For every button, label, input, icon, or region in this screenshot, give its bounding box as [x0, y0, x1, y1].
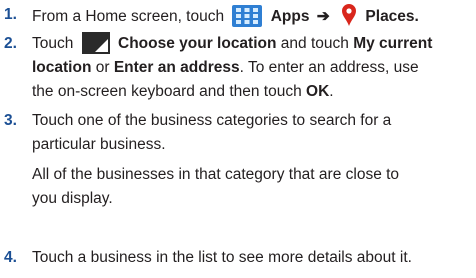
step-line: Touch one of the business categories to …: [32, 112, 392, 129]
my-current-location-label: location: [32, 59, 92, 76]
step-line: location or Enter an address. To enter a…: [32, 56, 474, 80]
step-line: Touch Choose your location and touch My …: [32, 32, 474, 56]
choose-location-label: Choose your location: [118, 35, 277, 52]
step-number: 1.: [4, 6, 17, 23]
my-current-location-label: My current: [353, 35, 433, 52]
step-body: Touch Choose your location and touch My …: [32, 32, 474, 104]
apps-grid-icon: [232, 5, 263, 35]
ok-label: OK: [306, 83, 330, 100]
places-label: Places.: [365, 8, 419, 25]
map-pin-icon: [341, 3, 357, 35]
step-number: 2.: [4, 35, 17, 52]
step-number: 4.: [4, 249, 17, 266]
step-line: All of the businesses in that category t…: [32, 166, 400, 183]
step-line: From a Home screen, touch Apps ➔ Places.: [32, 3, 474, 27]
step-body: Touch a business in the list to see more…: [32, 246, 474, 270]
step-line: you display.: [32, 190, 113, 207]
step-text: and touch: [280, 35, 349, 52]
step-body: Touch one of the business categories to …: [32, 109, 474, 211]
step-line: the on-screen keyboard and then touch OK…: [32, 80, 474, 104]
arrow-glyph: ➔: [316, 8, 330, 25]
apps-label: Apps: [270, 8, 310, 25]
step-body: From a Home screen, touch Apps ➔ Places.: [32, 3, 474, 27]
step-text: Touch: [32, 35, 74, 52]
step-line: particular business.: [32, 136, 166, 153]
step-text: the on-screen keyboard and then touch: [32, 83, 302, 100]
step-text: .: [329, 83, 334, 100]
enter-address-label: Enter an address: [113, 59, 240, 76]
step-line: Touch a business in the list to see more…: [32, 249, 412, 266]
step-text: or: [95, 59, 110, 76]
step-text: From a Home screen, touch: [32, 8, 225, 25]
step-number: 3.: [4, 112, 17, 129]
step-text: . To enter an address, use: [239, 59, 419, 76]
